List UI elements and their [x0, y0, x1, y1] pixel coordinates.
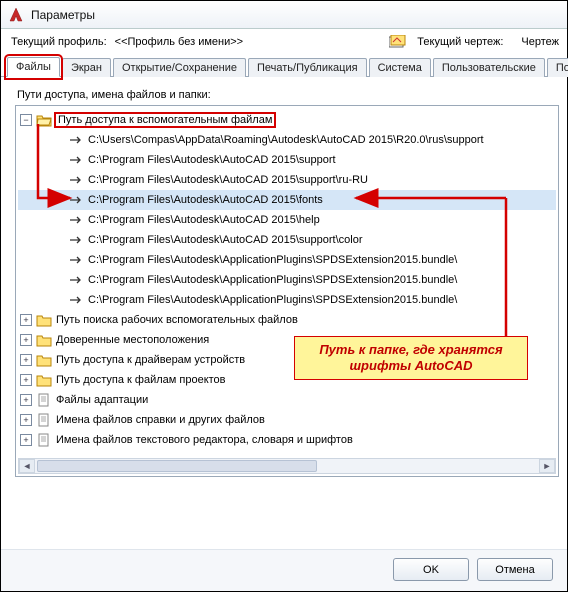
document-icon — [36, 413, 52, 427]
dialog-buttons: OK Отмена — [1, 549, 567, 591]
path-arrow-icon — [68, 293, 84, 307]
tree-folder-row[interactable]: + Файлы адаптации — [18, 390, 556, 410]
tree-path-row[interactable]: C:\Program Files\Autodesk\AutoCAD 2015\h… — [18, 210, 556, 230]
path-arrow-icon — [68, 273, 84, 287]
tree-folder-label: Имена файлов текстового редактора, слова… — [56, 434, 353, 446]
expand-icon[interactable]: + — [20, 334, 32, 346]
tree-path-label: C:\Program Files\Autodesk\ApplicationPlu… — [88, 274, 457, 286]
tree-path-label: C:\Program Files\Autodesk\AutoCAD 2015\s… — [88, 154, 336, 166]
tree: − Путь доступа к вспомогательным файлам … — [16, 106, 558, 454]
tree-path-row[interactable]: C:\Program Files\Autodesk\AutoCAD 2015\f… — [18, 190, 556, 210]
tree-folder-label: Доверенные местоположения — [56, 334, 209, 346]
profile-label: Текущий профиль: — [11, 36, 107, 48]
tree-folder-row[interactable]: + Путь поиска рабочих вспомогательных фай… — [18, 310, 556, 330]
tab-draft[interactable]: Построе — [547, 58, 568, 77]
folder-icon — [36, 373, 52, 387]
no-expand-icon — [52, 154, 64, 166]
expand-icon[interactable]: + — [20, 414, 32, 426]
no-expand-icon — [52, 294, 64, 306]
path-arrow-icon — [68, 213, 84, 227]
tab-system[interactable]: Система — [369, 58, 431, 77]
path-arrow-icon — [68, 193, 84, 207]
expand-icon[interactable]: + — [20, 314, 32, 326]
section-label: Пути доступа, имена файлов и папки: — [17, 89, 559, 101]
no-expand-icon — [52, 274, 64, 286]
tree-path-row[interactable]: C:\Program Files\Autodesk\AutoCAD 2015\s… — [18, 150, 556, 170]
drawing-icon — [389, 35, 407, 49]
tab-user[interactable]: Пользовательские — [433, 58, 545, 77]
tree-folder-label: Путь поиска рабочих вспомогательных файл… — [56, 314, 298, 326]
tree-path-row[interactable]: C:\Program Files\Autodesk\ApplicationPlu… — [18, 290, 556, 310]
tree-path-label: C:\Program Files\Autodesk\AutoCAD 2015\f… — [88, 194, 323, 206]
profile-row: Текущий профиль: <<Профиль без имени>> Т… — [1, 29, 567, 53]
ok-button[interactable]: OK — [393, 558, 469, 581]
scroll-left-button[interactable]: ◄ — [19, 459, 35, 473]
expand-icon[interactable]: + — [20, 394, 32, 406]
tree-path-label: C:\Program Files\Autodesk\ApplicationPlu… — [88, 294, 457, 306]
tab-strip: Файлы Экран Открытие/Сохранение Печать/П… — [1, 53, 567, 77]
folder-icon — [36, 353, 52, 367]
tree-folder-label: Путь доступа к файлам проектов — [56, 374, 226, 386]
folder-icon — [36, 313, 52, 327]
tab-plot[interactable]: Печать/Публикация — [248, 58, 367, 77]
tree-path-row[interactable]: C:\Program Files\Autodesk\ApplicationPlu… — [18, 270, 556, 290]
path-arrow-icon — [68, 153, 84, 167]
window-title: Параметры — [31, 8, 95, 22]
path-arrow-icon — [68, 133, 84, 147]
tab-files[interactable]: Файлы — [7, 57, 60, 77]
tree-path-label: C:\Program Files\Autodesk\AutoCAD 2015\s… — [88, 174, 368, 186]
drawing-value: Чертеж — [521, 36, 559, 48]
tree-path-label: C:\Program Files\Autodesk\ApplicationPlu… — [88, 254, 457, 266]
expand-icon[interactable]: + — [20, 374, 32, 386]
options-window: Параметры Текущий профиль: <<Профиль без… — [1, 1, 567, 591]
no-expand-icon — [52, 214, 64, 226]
tree-path-row[interactable]: C:\Users\Compas\AppData\Roaming\Autodesk… — [18, 130, 556, 150]
tree-folder-label: Имена файлов справки и других файлов — [56, 414, 265, 426]
tree-folder-row[interactable]: + Имена файлов текстового редактора, слов… — [18, 430, 556, 450]
document-icon — [36, 393, 52, 407]
scroll-right-button[interactable]: ► — [539, 459, 555, 473]
path-arrow-icon — [68, 173, 84, 187]
tree-container: − Путь доступа к вспомогательным файлам … — [15, 105, 559, 477]
tree-path-row[interactable]: C:\Program Files\Autodesk\ApplicationPlu… — [18, 250, 556, 270]
tab-display[interactable]: Экран — [62, 58, 111, 77]
profile-value: <<Профиль без имени>> — [115, 36, 243, 48]
path-arrow-icon — [68, 233, 84, 247]
tree-folder-label: Путь доступа к драйверам устройств — [56, 354, 245, 366]
expand-icon[interactable]: + — [20, 434, 32, 446]
collapse-icon[interactable]: − — [20, 114, 32, 126]
tab-open-save[interactable]: Открытие/Сохранение — [113, 58, 246, 77]
tree-path-label: C:\Program Files\Autodesk\AutoCAD 2015\h… — [88, 214, 320, 226]
document-icon — [36, 433, 52, 447]
tree-root-row[interactable]: − Путь доступа к вспомогательным файлам — [18, 110, 556, 130]
expand-icon[interactable]: + — [20, 354, 32, 366]
titlebar: Параметры — [1, 1, 567, 29]
no-expand-icon — [52, 174, 64, 186]
no-expand-icon — [52, 234, 64, 246]
scroll-thumb[interactable] — [37, 460, 317, 472]
tree-path-label: C:\Program Files\Autodesk\AutoCAD 2015\s… — [88, 234, 363, 246]
scroll-track[interactable] — [35, 459, 539, 473]
callout-note: Путь к папке, где хранятся шрифты AutoCA… — [294, 336, 528, 380]
folder-icon — [36, 333, 52, 347]
tree-folder-label: Файлы адаптации — [56, 394, 148, 406]
no-expand-icon — [52, 194, 64, 206]
tree-path-label: C:\Users\Compas\AppData\Roaming\Autodesk… — [88, 134, 484, 146]
drawing-label: Текущий чертеж: — [417, 36, 503, 48]
content-area: Пути доступа, имена файлов и папки: − Пу… — [1, 77, 567, 549]
path-arrow-icon — [68, 253, 84, 267]
app-icon — [7, 6, 25, 24]
folder-open-icon — [36, 113, 52, 127]
cancel-button[interactable]: Отмена — [477, 558, 553, 581]
no-expand-icon — [52, 134, 64, 146]
horizontal-scrollbar[interactable]: ◄ ► — [18, 458, 556, 474]
no-expand-icon — [52, 254, 64, 266]
tree-path-row[interactable]: C:\Program Files\Autodesk\AutoCAD 2015\s… — [18, 170, 556, 190]
tree-root-label: Путь доступа к вспомогательным файлам — [56, 114, 274, 126]
tree-path-row[interactable]: C:\Program Files\Autodesk\AutoCAD 2015\s… — [18, 230, 556, 250]
tree-folder-row[interactable]: + Имена файлов справки и других файлов — [18, 410, 556, 430]
